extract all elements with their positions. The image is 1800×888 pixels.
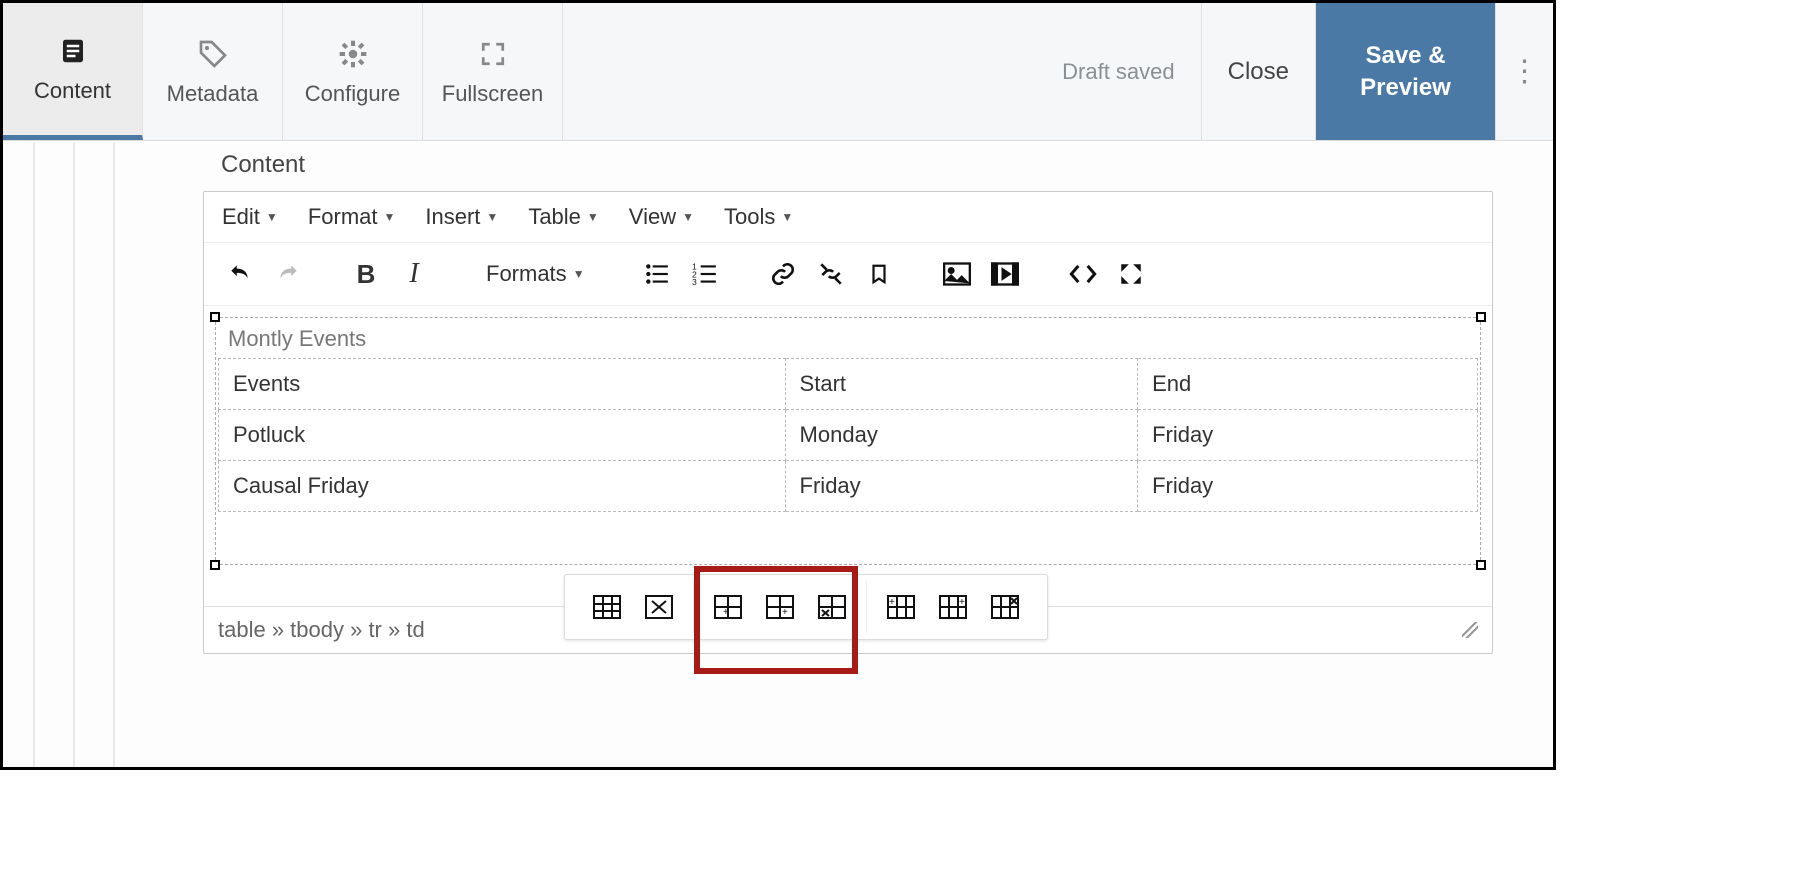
table-row[interactable]: Events Start End: [219, 359, 1478, 410]
caret-down-icon: ▼: [587, 210, 599, 224]
table-cell[interactable]: Events: [219, 359, 786, 410]
resize-handle-tr[interactable]: [1476, 312, 1486, 322]
numbered-list-button[interactable]: 123: [681, 253, 729, 295]
delete-table-button[interactable]: [637, 587, 681, 627]
more-vertical-icon: ⋮: [1510, 54, 1540, 89]
fullscreen-editor-button[interactable]: [1107, 253, 1155, 295]
menu-table[interactable]: Table▼: [528, 204, 598, 230]
top-toolbar: Content Metadata Configure Fullscreen Dr…: [3, 3, 1553, 141]
redo-button[interactable]: [264, 253, 312, 295]
menu-tools[interactable]: Tools▼: [724, 204, 793, 230]
formats-dropdown[interactable]: Formats▼: [468, 261, 603, 287]
tab-label: Content: [34, 78, 111, 104]
tag-icon: [197, 37, 229, 71]
resize-handle-br[interactable]: [1476, 560, 1486, 570]
unlink-button[interactable]: [807, 253, 855, 295]
save-preview-button[interactable]: Save & Preview: [1315, 3, 1495, 140]
bookmark-button[interactable]: [855, 253, 903, 295]
insert-row-after-button[interactable]: +: [758, 587, 802, 627]
gear-icon: [337, 37, 369, 71]
fullscreen-icon: [480, 37, 506, 71]
close-button[interactable]: Close: [1201, 3, 1315, 140]
menu-insert[interactable]: Insert▼: [425, 204, 498, 230]
table-context-toolbar: + + + +: [564, 574, 1048, 640]
table-cell[interactable]: Friday: [785, 461, 1138, 512]
tab-label: Configure: [305, 81, 400, 107]
draft-status: Draft saved: [1036, 3, 1201, 140]
rich-text-editor: Edit▼ Format▼ Insert▼ Table▼ View▼ Tools…: [203, 191, 1493, 654]
menu-view[interactable]: View▼: [629, 204, 694, 230]
insert-column-after-button[interactable]: +: [931, 587, 975, 627]
link-button[interactable]: [759, 253, 807, 295]
resize-handle-tl[interactable]: [210, 312, 220, 322]
insert-row-before-button[interactable]: +: [706, 587, 750, 627]
editor-canvas[interactable]: Montly Events Events Start End Potluck: [204, 306, 1492, 606]
caret-down-icon: ▼: [781, 210, 793, 224]
svg-text:+: +: [723, 607, 729, 618]
undo-button[interactable]: [216, 253, 264, 295]
editor-toolbar: B I Formats▼ 123: [204, 243, 1492, 306]
delete-row-button[interactable]: [810, 587, 854, 627]
media-button[interactable]: [981, 253, 1029, 295]
svg-text:+: +: [889, 597, 895, 608]
table-cell[interactable]: Start: [785, 359, 1138, 410]
caret-down-icon: ▼: [682, 210, 694, 224]
caret-down-icon: ▼: [486, 210, 498, 224]
table-cell[interactable]: Friday: [1138, 461, 1478, 512]
table-properties-button[interactable]: [585, 587, 629, 627]
source-code-button[interactable]: [1059, 253, 1107, 295]
resize-handle-bl[interactable]: [210, 560, 220, 570]
element-path[interactable]: table » tbody » tr » td: [218, 617, 425, 643]
table-cell[interactable]: Causal Friday: [219, 461, 786, 512]
bold-button[interactable]: B: [342, 253, 390, 295]
tab-fullscreen[interactable]: Fullscreen: [423, 3, 563, 140]
editor-menubar: Edit▼ Format▼ Insert▼ Table▼ View▼ Tools…: [204, 192, 1492, 243]
tab-configure[interactable]: Configure: [283, 3, 423, 140]
caret-down-icon: ▼: [573, 267, 585, 281]
tab-content[interactable]: Content: [3, 3, 143, 140]
section-label: Content: [221, 151, 1553, 179]
svg-text:+: +: [959, 597, 965, 608]
tab-label: Metadata: [167, 81, 259, 107]
document-icon: [58, 34, 88, 68]
menu-edit[interactable]: Edit▼: [222, 204, 278, 230]
table-cell[interactable]: Potluck: [219, 410, 786, 461]
table-cell[interactable]: Monday: [785, 410, 1138, 461]
italic-button[interactable]: I: [390, 253, 438, 295]
bullet-list-button[interactable]: [633, 253, 681, 295]
content-table[interactable]: Events Start End Potluck Monday Friday C…: [218, 358, 1478, 512]
tab-metadata[interactable]: Metadata: [143, 3, 283, 140]
table-cell[interactable]: End: [1138, 359, 1478, 410]
table-cell[interactable]: Friday: [1138, 410, 1478, 461]
tab-label: Fullscreen: [442, 81, 543, 107]
resize-grip[interactable]: [1462, 622, 1478, 638]
table-row[interactable]: Causal Friday Friday Friday: [219, 461, 1478, 512]
insert-column-before-button[interactable]: +: [879, 587, 923, 627]
menu-format[interactable]: Format▼: [308, 204, 396, 230]
table-caption[interactable]: Montly Events: [218, 318, 1478, 358]
svg-text:+: +: [782, 607, 788, 618]
caret-down-icon: ▼: [266, 210, 278, 224]
table-row[interactable]: Potluck Monday Friday: [219, 410, 1478, 461]
more-menu-button[interactable]: ⋮: [1495, 3, 1553, 140]
svg-text:3: 3: [692, 277, 697, 287]
image-button[interactable]: [933, 253, 981, 295]
delete-column-button[interactable]: [983, 587, 1027, 627]
caret-down-icon: ▼: [384, 210, 396, 224]
